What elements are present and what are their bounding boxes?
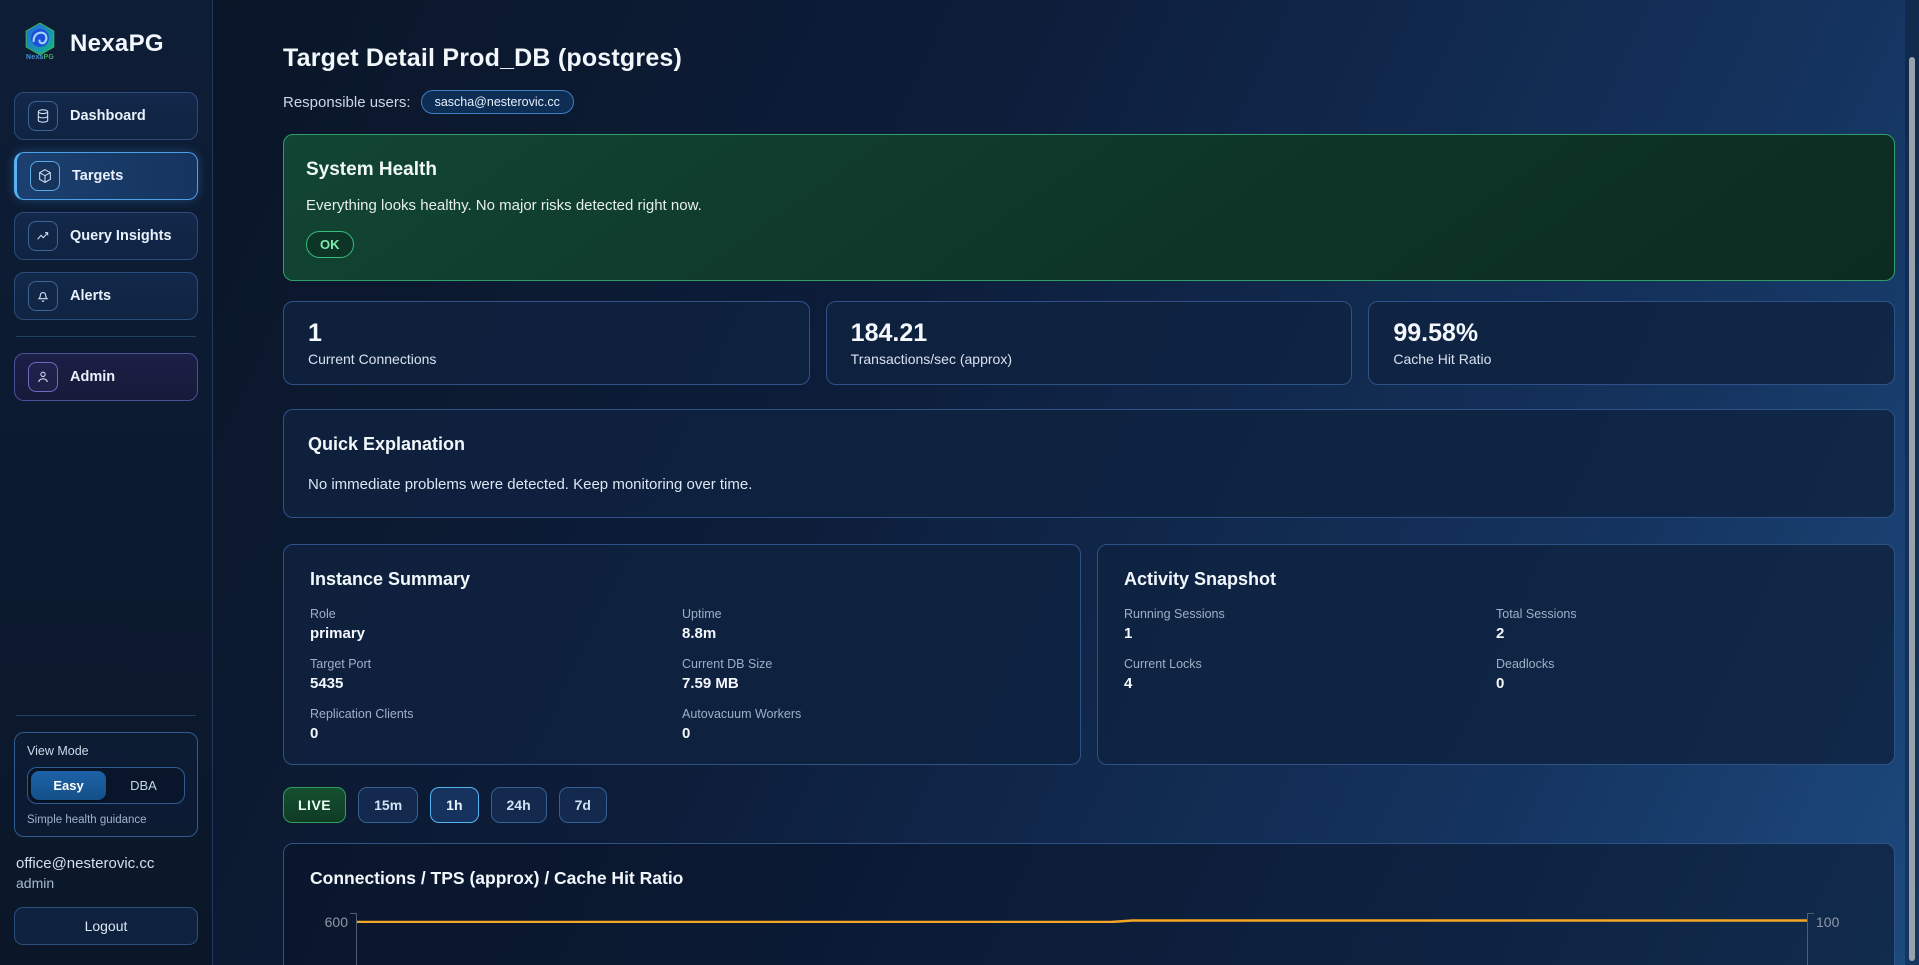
kv-field: Target Port 5435: [310, 657, 682, 692]
view-mode-option-dba[interactable]: DBA: [106, 771, 181, 800]
stat-card-tps: 184.21 Transactions/sec (approx): [826, 301, 1353, 385]
right-axis-tick: [1808, 913, 1814, 914]
kv-field: Replication Clients 0: [310, 707, 682, 742]
view-mode-toggle: Easy DBA: [27, 767, 185, 804]
app-title: NexaPG: [70, 30, 164, 58]
sidebar-item-label: Admin: [70, 369, 115, 385]
stat-label: Current Connections: [308, 351, 785, 367]
bell-icon: [28, 281, 58, 311]
kv-field: Total Sessions 2: [1496, 607, 1868, 642]
range-button-24h[interactable]: 24h: [491, 787, 547, 823]
instance-summary-card: Instance Summary Role primary Uptime 8.8…: [283, 544, 1081, 765]
stat-label: Cache Hit Ratio: [1393, 351, 1870, 367]
kv-field: Role primary: [310, 607, 682, 642]
sidebar-bottom: View Mode Easy DBA Simple health guidanc…: [14, 699, 198, 945]
chart-title: Connections / TPS (approx) / Cache Hit R…: [310, 868, 1868, 889]
sidebar-item-targets[interactable]: Targets: [14, 152, 198, 200]
quick-explanation-message: No immediate problems were detected. Kee…: [308, 476, 1870, 493]
chart-area: 600 100: [310, 913, 1868, 965]
activity-snapshot-card: Activity Snapshot Running Sessions 1 Tot…: [1097, 544, 1895, 765]
quick-explanation-card: Quick Explanation No immediate problems …: [283, 409, 1895, 518]
stats-row: 1 Current Connections 184.21 Transaction…: [283, 301, 1895, 385]
sidebar-divider: [16, 336, 196, 337]
sidebar-item-label: Alerts: [70, 288, 111, 304]
view-mode-option-easy[interactable]: Easy: [31, 771, 106, 800]
system-health-message: Everything looks healthy. No major risks…: [306, 197, 1872, 214]
sidebar-divider: [16, 715, 196, 716]
responsible-users-label: Responsible users:: [283, 94, 411, 111]
stat-label: Transactions/sec (approx): [851, 351, 1328, 367]
stat-card-cache-hit-ratio: 99.58% Cache Hit Ratio: [1368, 301, 1895, 385]
sidebar-item-label: Query Insights: [70, 228, 172, 244]
chart-card: Connections / TPS (approx) / Cache Hit R…: [283, 843, 1895, 965]
left-axis-tick-label: 600: [310, 913, 356, 965]
sidebar-item-dashboard[interactable]: Dashboard: [14, 92, 198, 140]
nexapg-logo-icon: NexaPG: [20, 22, 60, 66]
range-button-15m[interactable]: 15m: [358, 787, 418, 823]
app-logo: NexaPG NexaPG: [14, 18, 198, 66]
right-y-axis: [1807, 913, 1808, 965]
kv-field: Autovacuum Workers 0: [682, 707, 1054, 742]
logout-button[interactable]: Logout: [14, 907, 198, 945]
time-controls: LIVE 15m 1h 24h 7d: [283, 787, 1895, 823]
stat-value: 184.21: [851, 319, 1328, 348]
range-button-7d[interactable]: 7d: [559, 787, 607, 823]
live-button[interactable]: LIVE: [283, 787, 346, 823]
activity-snapshot-title: Activity Snapshot: [1124, 569, 1868, 590]
chart-plot: [356, 913, 1808, 965]
left-axis-tick: [350, 913, 356, 914]
kv-field: Deadlocks 0: [1496, 657, 1868, 692]
sidebar-item-admin[interactable]: Admin: [14, 353, 198, 401]
user-email: office@nesterovic.cc: [14, 855, 198, 872]
activity-snapshot-grid: Running Sessions 1 Total Sessions 2 Curr…: [1124, 607, 1868, 692]
range-button-1h[interactable]: 1h: [430, 787, 478, 823]
sidebar: NexaPG NexaPG Dashboard Targets: [0, 0, 213, 965]
sidebar-item-label: Dashboard: [70, 108, 146, 124]
responsible-users-row: Responsible users: sascha@nesterovic.cc: [283, 90, 1895, 114]
view-mode-label: View Mode: [27, 744, 185, 758]
right-axis-tick-label: 100: [1808, 913, 1868, 965]
kv-field: Current DB Size 7.59 MB: [682, 657, 1054, 692]
user-icon: [28, 362, 58, 392]
kv-field: Running Sessions 1: [1124, 607, 1496, 642]
stat-card-current-connections: 1 Current Connections: [283, 301, 810, 385]
user-role: admin: [14, 875, 198, 891]
kv-field: Current Locks 4: [1124, 657, 1496, 692]
responsible-user-chip[interactable]: sascha@nesterovic.cc: [421, 90, 574, 114]
instance-summary-grid: Role primary Uptime 8.8m Target Port 543…: [310, 607, 1054, 742]
summary-row: Instance Summary Role primary Uptime 8.8…: [283, 544, 1895, 765]
database-icon: [28, 101, 58, 131]
view-mode-card: View Mode Easy DBA Simple health guidanc…: [14, 732, 198, 837]
view-mode-hint: Simple health guidance: [27, 814, 185, 826]
scrollbar-thumb[interactable]: [1909, 57, 1915, 961]
sidebar-nav: Dashboard Targets Query Insights: [14, 92, 198, 320]
page-title: Target Detail Prod_DB (postgres): [283, 44, 1895, 73]
instance-summary-title: Instance Summary: [310, 569, 1054, 590]
sidebar-item-query-insights[interactable]: Query Insights: [14, 212, 198, 260]
sidebar-item-label: Targets: [72, 168, 123, 184]
kv-field: Uptime 8.8m: [682, 607, 1054, 642]
scrollbar-track[interactable]: [1905, 0, 1919, 965]
stat-value: 99.58%: [1393, 319, 1870, 348]
sidebar-item-alerts[interactable]: Alerts: [14, 272, 198, 320]
quick-explanation-title: Quick Explanation: [308, 434, 1870, 455]
stat-value: 1: [308, 319, 785, 348]
status-badge: OK: [306, 231, 354, 258]
system-health-card: System Health Everything looks healthy. …: [283, 134, 1895, 281]
main-content: Target Detail Prod_DB (postgres) Respons…: [213, 0, 1919, 965]
system-health-title: System Health: [306, 159, 1872, 181]
trend-chart-icon: [28, 221, 58, 251]
cache-hit-ratio-series-line: [357, 919, 1807, 923]
cube-icon: [30, 161, 60, 191]
